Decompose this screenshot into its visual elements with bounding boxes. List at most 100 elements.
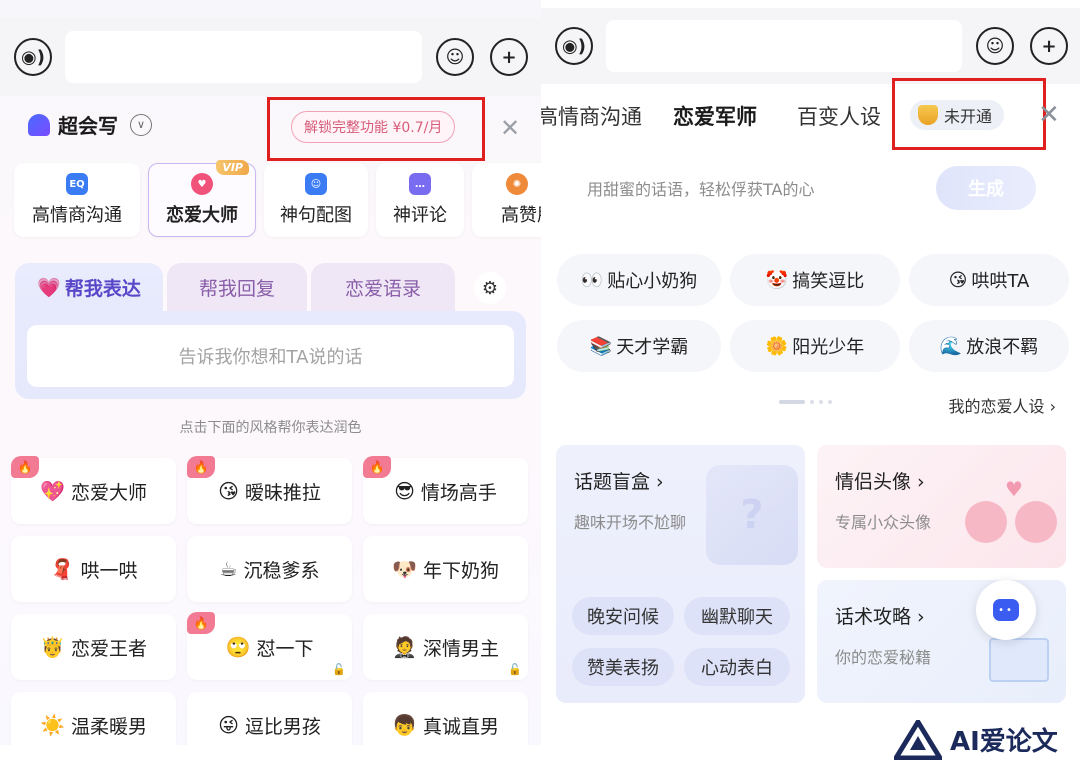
lock-icon: 🔓 xyxy=(508,663,522,676)
chat-input[interactable] xyxy=(65,31,422,83)
feature-eq-communication[interactable]: EQ 高情商沟通 xyxy=(14,163,140,237)
robot-icon: •• xyxy=(993,599,1019,621)
persona-label: 天才学霸 xyxy=(616,337,689,358)
persona-label: 阳光少年 xyxy=(792,337,865,358)
style-card[interactable]: 🔥 🙄 怼一下 🔓 xyxy=(187,612,352,680)
express-input[interactable]: 告诉我你想和TA说的话 xyxy=(27,325,514,387)
left-screen: ◉) ☺ + 超会写 ∨ 解锁完整功能 ¥0.7/月 ✕ EQ 高情商沟通 VI… xyxy=(0,0,541,745)
book-icon xyxy=(989,638,1049,682)
style-card[interactable]: 🔥 😎 情场高手 xyxy=(363,456,528,524)
voice-icon[interactable]: ◉) xyxy=(14,38,52,76)
style-card[interactable]: 🔥 😘 暧昧推拉 xyxy=(187,456,352,524)
style-card[interactable]: 🤵 深情男主 🔓 xyxy=(363,614,528,680)
persona-chip[interactable]: 🌊 放浪不羁 xyxy=(909,320,1069,372)
style-label: 恋爱大师 xyxy=(70,481,147,504)
tab-help-reply[interactable]: 帮我回复 xyxy=(167,263,307,311)
card-subtitle: 专属小众头像 xyxy=(835,513,932,532)
topic-chip[interactable]: 晚安问候 xyxy=(572,597,674,635)
persona-chip[interactable]: 😘 哄哄TA xyxy=(909,254,1069,306)
topic-chip[interactable]: 心动表白 xyxy=(684,648,790,686)
tab-love-quotes[interactable]: 恋爱语录 xyxy=(311,263,455,311)
chat-input[interactable] xyxy=(606,20,962,72)
style-emoji: 🙄 xyxy=(225,635,251,659)
generate-row: 用甜蜜的话语，轻松俘获TA的心 生成 xyxy=(555,166,1066,210)
style-card[interactable]: ☀️ 温柔暖男 xyxy=(11,692,176,745)
style-label: 暧昧推拉 xyxy=(244,481,321,504)
assistant-bot-button[interactable]: •• xyxy=(976,580,1036,640)
emoji-icon[interactable]: ☺ xyxy=(436,38,474,76)
style-card[interactable]: 🤴 恋爱王者 xyxy=(11,614,176,680)
style-emoji: 😜 xyxy=(218,713,239,737)
tab-love-advisor[interactable]: 恋爱军师 xyxy=(673,101,757,131)
style-emoji: ☕ xyxy=(219,557,238,581)
persona-label: 搞笑逗比 xyxy=(792,271,865,292)
style-card[interactable]: 👦 真诚直男 xyxy=(363,692,528,745)
lock-icon: 🔓 xyxy=(332,663,346,676)
topic-box-card[interactable]: ? 话题盲盒 › 趣味开场不尬聊 晚安问候 幽默聊天 赞美表扬 心动表白 xyxy=(556,445,805,703)
persona-emoji: 😘 xyxy=(948,269,968,291)
close-icon[interactable]: ✕ xyxy=(500,114,520,142)
feature-comment[interactable]: … 神评论 xyxy=(376,163,464,237)
feature-label: 高赞朋 xyxy=(501,205,541,226)
feature-label: 高情商沟通 xyxy=(32,205,122,226)
chevron-down-icon[interactable]: ∨ xyxy=(130,113,152,136)
watermark: AI爱论文 xyxy=(880,706,1080,773)
voice-icon[interactable]: ◉) xyxy=(555,27,593,65)
tab-persona[interactable]: 百变人设 xyxy=(797,101,881,131)
persona-chip[interactable]: 🤡 搞笑逗比 xyxy=(730,254,900,306)
watermark-logo-icon xyxy=(894,719,942,760)
style-emoji: 🤵 xyxy=(392,635,417,659)
pig-avatar-icon xyxy=(1015,501,1057,543)
persona-label: 贴心小奶狗 xyxy=(607,271,698,292)
my-persona-link[interactable]: 我的恋爱人设 › xyxy=(949,393,1057,417)
card-subtitle: 你的恋爱秘籍 xyxy=(835,648,932,667)
style-card[interactable]: 🧣 哄一哄 xyxy=(11,536,176,602)
smile-icon: ☺ xyxy=(305,173,327,195)
feature-moments[interactable]: ✺ 高赞朋 xyxy=(472,163,541,237)
topic-chip[interactable]: 赞美表扬 xyxy=(572,648,674,686)
style-emoji: 😎 xyxy=(394,479,415,503)
eq-icon: EQ xyxy=(66,173,88,195)
brand-name: 超会写 xyxy=(58,114,118,138)
couple-avatar-card[interactable]: ♥ 情侣头像 › 专属小众头像 xyxy=(817,445,1066,568)
plus-icon[interactable]: + xyxy=(1030,27,1068,65)
tab-eq-communication[interactable]: 高情商沟通 xyxy=(541,101,642,131)
topic-chip[interactable]: 幽默聊天 xyxy=(684,597,790,635)
heart-icon: ♥ xyxy=(1005,477,1023,501)
style-emoji: 🤴 xyxy=(40,635,65,659)
persona-chip[interactable]: 🌼 阳光少年 xyxy=(730,320,900,372)
sweet-words-input[interactable]: 用甜蜜的话语，轻松俘获TA的心 xyxy=(587,176,814,200)
vip-badge: VIP xyxy=(216,160,249,175)
highlight-frame xyxy=(892,78,1046,150)
tab-label: 帮我表达 xyxy=(64,277,141,300)
generate-button[interactable]: 生成 xyxy=(936,166,1036,210)
emoji-icon[interactable]: ☺ xyxy=(976,27,1014,65)
persona-emoji: 📚 xyxy=(589,335,613,357)
style-emoji: 😘 xyxy=(218,479,239,503)
style-card[interactable]: ☕ 沉稳爹系 xyxy=(187,536,352,602)
close-icon[interactable]: ✕ xyxy=(1038,100,1060,130)
hot-icon: 🔥 xyxy=(363,456,391,478)
persona-chip[interactable]: 📚 天才学霸 xyxy=(557,320,721,372)
style-label: 逗比男孩 xyxy=(244,715,321,738)
style-card[interactable]: 🐶 年下奶狗 xyxy=(363,536,528,602)
persona-label: 放浪不羁 xyxy=(966,337,1039,358)
brand-row[interactable]: 超会写 ∨ xyxy=(28,110,152,139)
style-label: 哄一哄 xyxy=(80,559,138,582)
plus-icon[interactable]: + xyxy=(490,38,528,76)
style-label: 情场高手 xyxy=(420,481,497,504)
feature-label: 恋爱大师 xyxy=(166,205,238,226)
card-subtitle: 趣味开场不尬聊 xyxy=(574,513,687,532)
feature-quote-image[interactable]: ☺ 神句配图 xyxy=(264,163,368,237)
highlight-frame xyxy=(267,97,485,161)
tab-help-express[interactable]: 💗 帮我表达 xyxy=(15,263,163,311)
persona-chip[interactable]: 👀 贴心小奶狗 xyxy=(557,254,721,306)
style-card[interactable]: 😜 逗比男孩 xyxy=(187,692,352,745)
style-label: 沉稳爹系 xyxy=(243,559,320,582)
comment-icon: … xyxy=(409,173,431,195)
feature-label: 神句配图 xyxy=(280,205,352,226)
style-card[interactable]: 🔥 💖 恋爱大师 xyxy=(11,456,176,524)
settings-icon[interactable]: ⚙ xyxy=(474,272,506,304)
feature-love-master[interactable]: VIP ♥ 恋爱大师 xyxy=(148,160,256,237)
style-emoji: 👦 xyxy=(392,713,417,737)
